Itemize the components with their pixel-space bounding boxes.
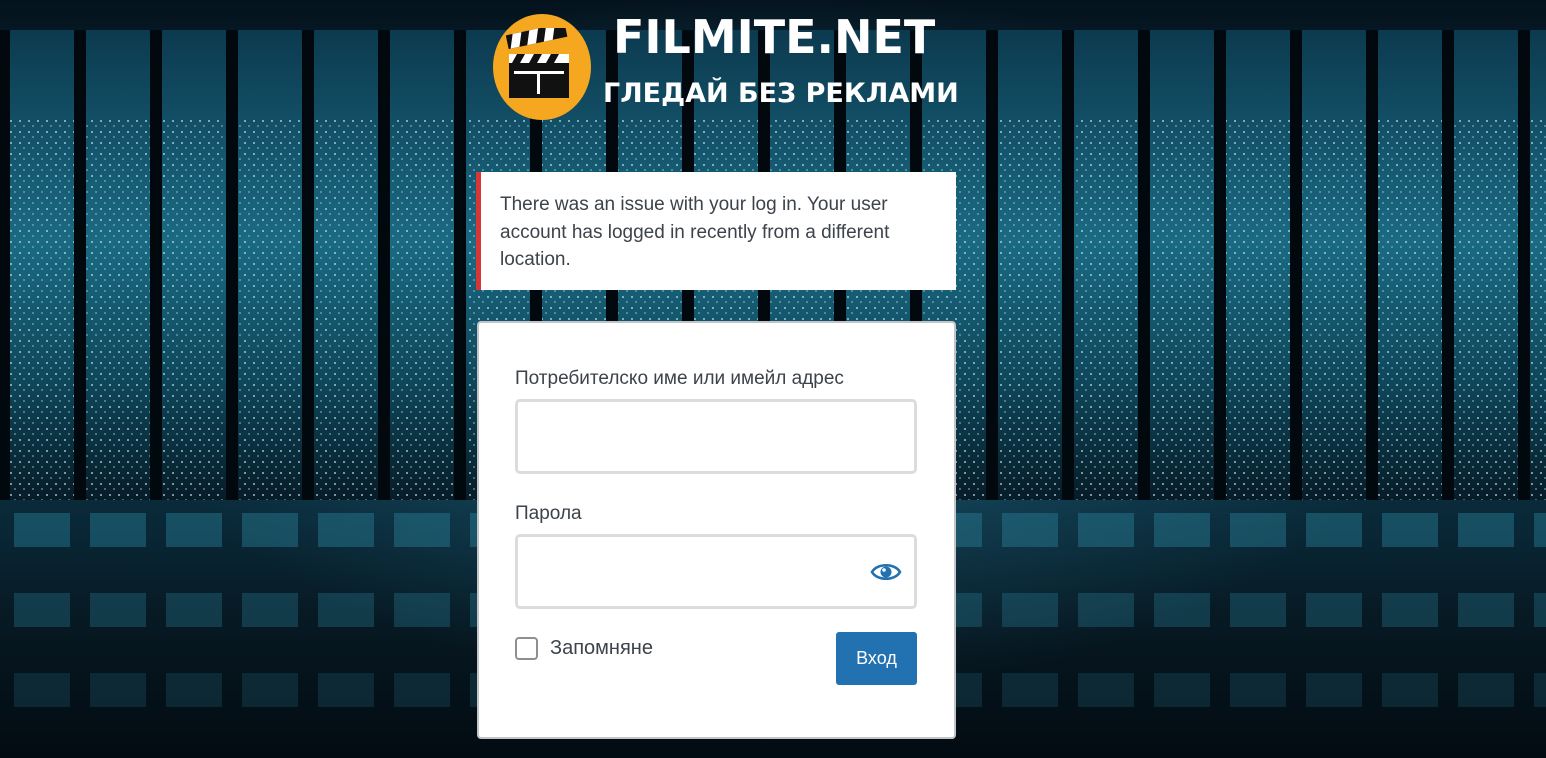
username-label: Потребителско име или имейл адрес — [515, 368, 844, 389]
remember-checkbox[interactable] — [515, 637, 538, 660]
site-logo[interactable]: FILMITE.NET ГЛЕДАЙ БЕЗ РЕКЛАМИ — [493, 10, 959, 124]
logo-badge — [493, 14, 591, 120]
logo-tagline: ГЛЕДАЙ БЕЗ РЕКЛАМИ — [603, 78, 959, 109]
logo-title: FILMITE.NET — [613, 10, 936, 64]
remember-me[interactable]: Запомняне — [515, 637, 653, 660]
clapperboard-icon — [506, 28, 569, 98]
login-error-message: There was an issue with your log in. You… — [500, 194, 890, 270]
password-label: Парола — [515, 503, 582, 524]
eye-icon[interactable] — [870, 560, 902, 584]
login-error-notice: There was an issue with your log in. You… — [476, 172, 956, 290]
login-form: Потребителско име или имейл адрес Парола… — [477, 321, 956, 739]
password-input[interactable] — [515, 534, 917, 609]
remember-label[interactable]: Запомняне — [550, 637, 653, 660]
username-input[interactable] — [515, 399, 917, 474]
login-button[interactable]: Вход — [836, 632, 917, 685]
